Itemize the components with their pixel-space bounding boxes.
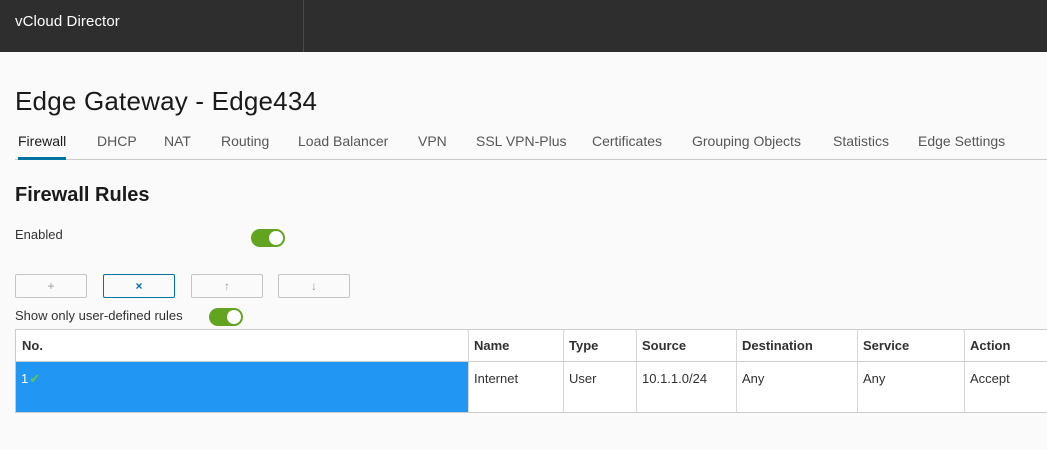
cell-no[interactable]: 1✔ <box>16 362 468 412</box>
tab-grouping-objects[interactable]: Grouping Objects <box>692 133 801 160</box>
add-rule-button[interactable]: + <box>15 274 87 298</box>
column-header-name[interactable]: Name <box>468 330 563 361</box>
move-up-button[interactable]: ↑ <box>191 274 263 298</box>
tab-dhcp[interactable]: DHCP <box>97 133 137 160</box>
cell-action[interactable]: Accept <box>964 362 1047 412</box>
column-header-service[interactable]: Service <box>857 330 964 361</box>
app-header: vCloud Director <box>0 0 1047 52</box>
firewall-rules-table: No. Name Type Source Destination Service… <box>15 329 1047 413</box>
tab-bar: Firewall DHCP NAT Routing Load Balancer … <box>15 128 1047 160</box>
cell-source[interactable]: 10.1.1.0/24 <box>636 362 736 412</box>
cell-destination[interactable]: Any <box>736 362 857 412</box>
column-header-type[interactable]: Type <box>563 330 636 361</box>
app-title[interactable]: vCloud Director <box>15 13 120 30</box>
check-icon: ✔ <box>29 371 41 386</box>
close-icon: × <box>135 279 143 293</box>
page-title: Edge Gateway - Edge434 <box>15 86 318 116</box>
firewall-enabled-toggle[interactable] <box>251 229 285 247</box>
tab-edge-settings[interactable]: Edge Settings <box>918 133 1005 160</box>
enabled-label: Enabled <box>15 227 63 242</box>
rule-number: 1 <box>21 371 29 386</box>
table-header: No. Name Type Source Destination Service… <box>16 330 1047 362</box>
move-down-button[interactable]: ↓ <box>278 274 350 298</box>
toggle-knob <box>269 231 283 245</box>
tab-statistics[interactable]: Statistics <box>833 133 889 160</box>
tab-firewall[interactable]: Firewall <box>18 133 67 160</box>
column-header-action[interactable]: Action <box>964 330 1047 361</box>
cell-name[interactable]: Internet <box>468 362 563 412</box>
column-header-no[interactable]: No. <box>16 330 468 361</box>
arrow-down-icon: ↓ <box>311 279 317 293</box>
tab-vpn[interactable]: VPN <box>418 133 447 160</box>
column-header-source[interactable]: Source <box>636 330 736 361</box>
tab-nat[interactable]: NAT <box>164 133 191 160</box>
tab-ssl-vpn-plus[interactable]: SSL VPN-Plus <box>476 133 567 160</box>
column-header-destination[interactable]: Destination <box>736 330 857 361</box>
table-row[interactable]: 1✔ Internet User 10.1.1.0/24 Any Any Acc… <box>16 362 1047 412</box>
tab-routing[interactable]: Routing <box>221 133 269 160</box>
show-user-defined-toggle[interactable] <box>209 308 243 326</box>
section-title: Firewall Rules <box>15 184 150 206</box>
delete-rule-button[interactable]: × <box>103 274 175 298</box>
plus-icon: + <box>47 279 55 293</box>
tab-load-balancer[interactable]: Load Balancer <box>298 133 388 160</box>
header-divider <box>303 0 304 52</box>
tab-certificates[interactable]: Certificates <box>592 133 662 160</box>
arrow-up-icon: ↑ <box>224 279 230 293</box>
cell-type[interactable]: User <box>563 362 636 412</box>
toggle-knob <box>227 310 241 324</box>
cell-service[interactable]: Any <box>857 362 964 412</box>
show-user-defined-label: Show only user-defined rules <box>15 308 183 323</box>
